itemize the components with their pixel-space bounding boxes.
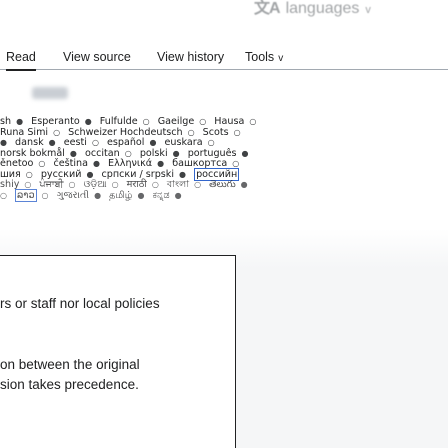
tab-view-history[interactable]: View history (157, 50, 224, 64)
bullet-icon: ○ (68, 180, 76, 189)
language-link[interactable]: ଓଡ଼ିଆ (84, 179, 107, 190)
bullet-icon: ○ (24, 180, 32, 189)
language-link[interactable]: ગુજરાતી (57, 190, 90, 201)
language-link-highlighted[interactable]: ລາວ (15, 188, 37, 202)
bullet-icon: ● (48, 138, 56, 147)
bullet-icon: ○ (53, 127, 61, 137)
bullet-icon: ○ (142, 117, 150, 126)
language-link[interactable]: தமிழ் (109, 190, 132, 201)
bullet-icon: ● (16, 117, 24, 126)
language-link[interactable]: ਪੰਜਾਬੀ (39, 179, 63, 190)
language-row: ○ ລາວ ○ ગુજરાતી ● தமிழ் ● ಕನ್ನಡ ● (0, 188, 448, 202)
bullet-icon: ○ (233, 127, 241, 137)
bullet-icon: ○ (91, 138, 99, 147)
bullet-icon: ○ (232, 159, 240, 168)
bullet-icon: ○ (0, 190, 7, 200)
language-link[interactable]: Runa Simi (0, 127, 48, 138)
language-row: sh ● Esperanto ● Fulfulde ○ Gaeilge ○ Hausa ○ (0, 116, 448, 128)
language-link[interactable]: eesti (64, 137, 87, 148)
tab-read[interactable]: Read (6, 50, 36, 71)
language-link[interactable]: Schweizer Hochdeutsch (68, 127, 182, 138)
bullet-icon: ○ (199, 117, 207, 126)
language-link[interactable]: русский (41, 169, 82, 180)
translate-icon: 文A (254, 0, 281, 17)
bullet-icon: ○ (25, 169, 33, 179)
bullet-icon: ○ (41, 190, 49, 200)
notice-line: on between the original (0, 357, 140, 372)
page-tabs: Read View source View history Tools v (0, 44, 448, 71)
bullet-icon: ● (240, 180, 248, 189)
bullet-icon: ● (93, 159, 100, 168)
tab-view-source[interactable]: View source (63, 50, 131, 64)
language-link[interactable]: sh (0, 116, 11, 127)
language-link[interactable]: Ελληνικά (108, 158, 152, 169)
bullet-icon: ○ (111, 180, 119, 189)
bullet-icon: ● (137, 190, 145, 200)
bullet-icon: ○ (151, 180, 159, 189)
language-link[interactable]: euskara (165, 137, 203, 148)
language-row: ● dansk ● eesti ○ español ● euskara ○ (0, 137, 448, 149)
bullet-icon: ● (157, 159, 165, 168)
language-list: sh ● Esperanto ● Fulfulde ○ Gaeilge ○ Hausa ○… (0, 116, 448, 202)
chevron-down-icon: v (365, 4, 371, 16)
language-link[interactable]: српски / srpski (101, 169, 174, 180)
language-link[interactable]: Hausa (214, 116, 244, 127)
bullet-icon: ○ (124, 148, 132, 158)
language-link[interactable]: polski (140, 148, 168, 159)
bullet-icon: ● (84, 117, 92, 126)
language-menu-bar: 文A languages v (0, 0, 448, 20)
language-link[interactable]: čeština (53, 158, 88, 169)
notice-line: rs or staff nor local policies (0, 296, 160, 311)
tab-tools-label: Tools (245, 50, 275, 64)
bullet-icon: ● (0, 138, 7, 147)
language-row: shiy ○ ਪੰਜਾਬੀ ○ ଓଡ଼ିଆ ○ मराठी ○ বাংলা ○ తెలుగ… (0, 179, 448, 191)
language-link[interactable]: मराठी (127, 179, 147, 190)
bullet-icon: ○ (38, 159, 46, 168)
bullet-icon: ● (69, 148, 77, 158)
language-link[interactable]: occitan (85, 148, 120, 159)
language-link[interactable]: español (107, 137, 145, 148)
bullet-icon: ● (172, 148, 180, 158)
language-link[interactable]: шия (0, 169, 21, 180)
language-link[interactable]: Gaeilge (158, 116, 195, 127)
language-link[interactable]: dansk (15, 137, 44, 148)
notice-line: sion takes precedence. (0, 377, 139, 392)
bullet-icon: ● (86, 169, 94, 179)
language-link[interactable]: తెలుగు (209, 179, 236, 190)
language-link[interactable]: Esperanto (31, 116, 80, 127)
tab-tools[interactable]: Tools v (245, 50, 283, 64)
bullet-icon: ● (241, 148, 249, 158)
blurred-element (32, 87, 68, 99)
language-link[interactable]: português (188, 148, 237, 159)
language-link[interactable]: ěnetoo (0, 158, 33, 169)
chevron-down-icon: v (278, 53, 284, 64)
bullet-icon: ● (179, 169, 186, 179)
bullet-icon: ○ (249, 117, 257, 126)
bullet-icon: ○ (187, 127, 195, 137)
language-link[interactable]: norsk bokmål (0, 148, 65, 159)
language-link[interactable]: ಕನ್ನಡ (153, 190, 170, 201)
bullet-icon: ○ (194, 180, 202, 189)
bullet-icon: ● (174, 190, 182, 200)
bullet-icon: ● (149, 138, 157, 147)
bullet-icon: ○ (207, 138, 215, 147)
language-link[interactable]: Scots (203, 127, 229, 138)
language-menu-label: languages (285, 0, 360, 17)
bullet-icon: ● (94, 190, 102, 200)
notice-box: rs or staff nor local policies on betwee… (0, 255, 236, 448)
language-link[interactable]: বাংলা (167, 179, 189, 190)
language-link[interactable]: Fulfulde (100, 116, 138, 127)
language-menu-button[interactable]: 文A languages v (254, 0, 371, 18)
